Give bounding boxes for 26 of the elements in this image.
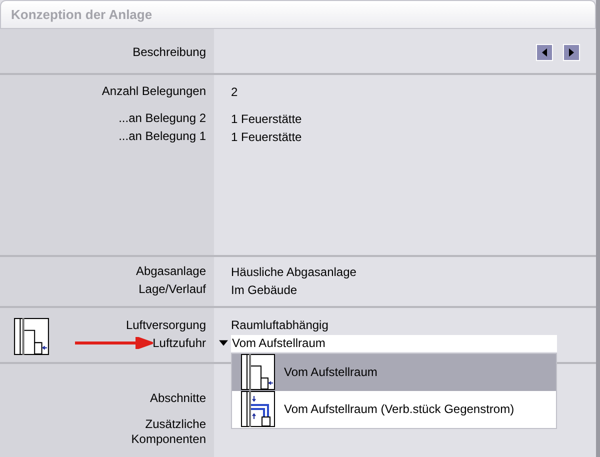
field-label: Lage/Verlauf (138, 282, 206, 298)
duct-diagram-icon (14, 318, 49, 356)
field-label: Anzahl Belegungen (102, 84, 206, 100)
next-button[interactable] (563, 44, 580, 61)
field-value: Häusliche Abgasanlage (231, 264, 356, 281)
caret-icon[interactable] (219, 340, 228, 346)
right-triangle-icon (569, 48, 574, 57)
dropdown-option[interactable]: Vom Aufstellraum (Verb.stück Gegenstrom) (232, 390, 556, 428)
field-label: Abgasanlage (136, 264, 206, 280)
field-label: Luftzufuhr (152, 336, 206, 351)
field-value: 2 (231, 84, 238, 101)
panel-title: Konzeption der Anlage (11, 6, 152, 22)
field-label: ...an Belegung 2 (118, 111, 206, 126)
field-label: Beschreibung (132, 45, 206, 60)
field-value: 1 Feuerstätte (231, 110, 302, 128)
field-label: Zusätzliche Komponenten (130, 417, 206, 447)
field-value: Raumluftabhängig (231, 317, 328, 334)
field-label: Abschnitte (150, 390, 206, 406)
previous-button[interactable] (536, 44, 553, 61)
dropdown-option[interactable]: Vom Aufstellraum (232, 354, 556, 391)
field-value: 1 Feuerstätte (231, 128, 302, 146)
dropdown-field[interactable]: Vom Aufstellraum (231, 334, 557, 352)
field-label: Luftversorgung (126, 318, 206, 333)
left-triangle-icon (542, 48, 547, 57)
field-label: ...an Belegung 1 (118, 129, 206, 144)
field-value: Im Gebäude (231, 282, 298, 299)
